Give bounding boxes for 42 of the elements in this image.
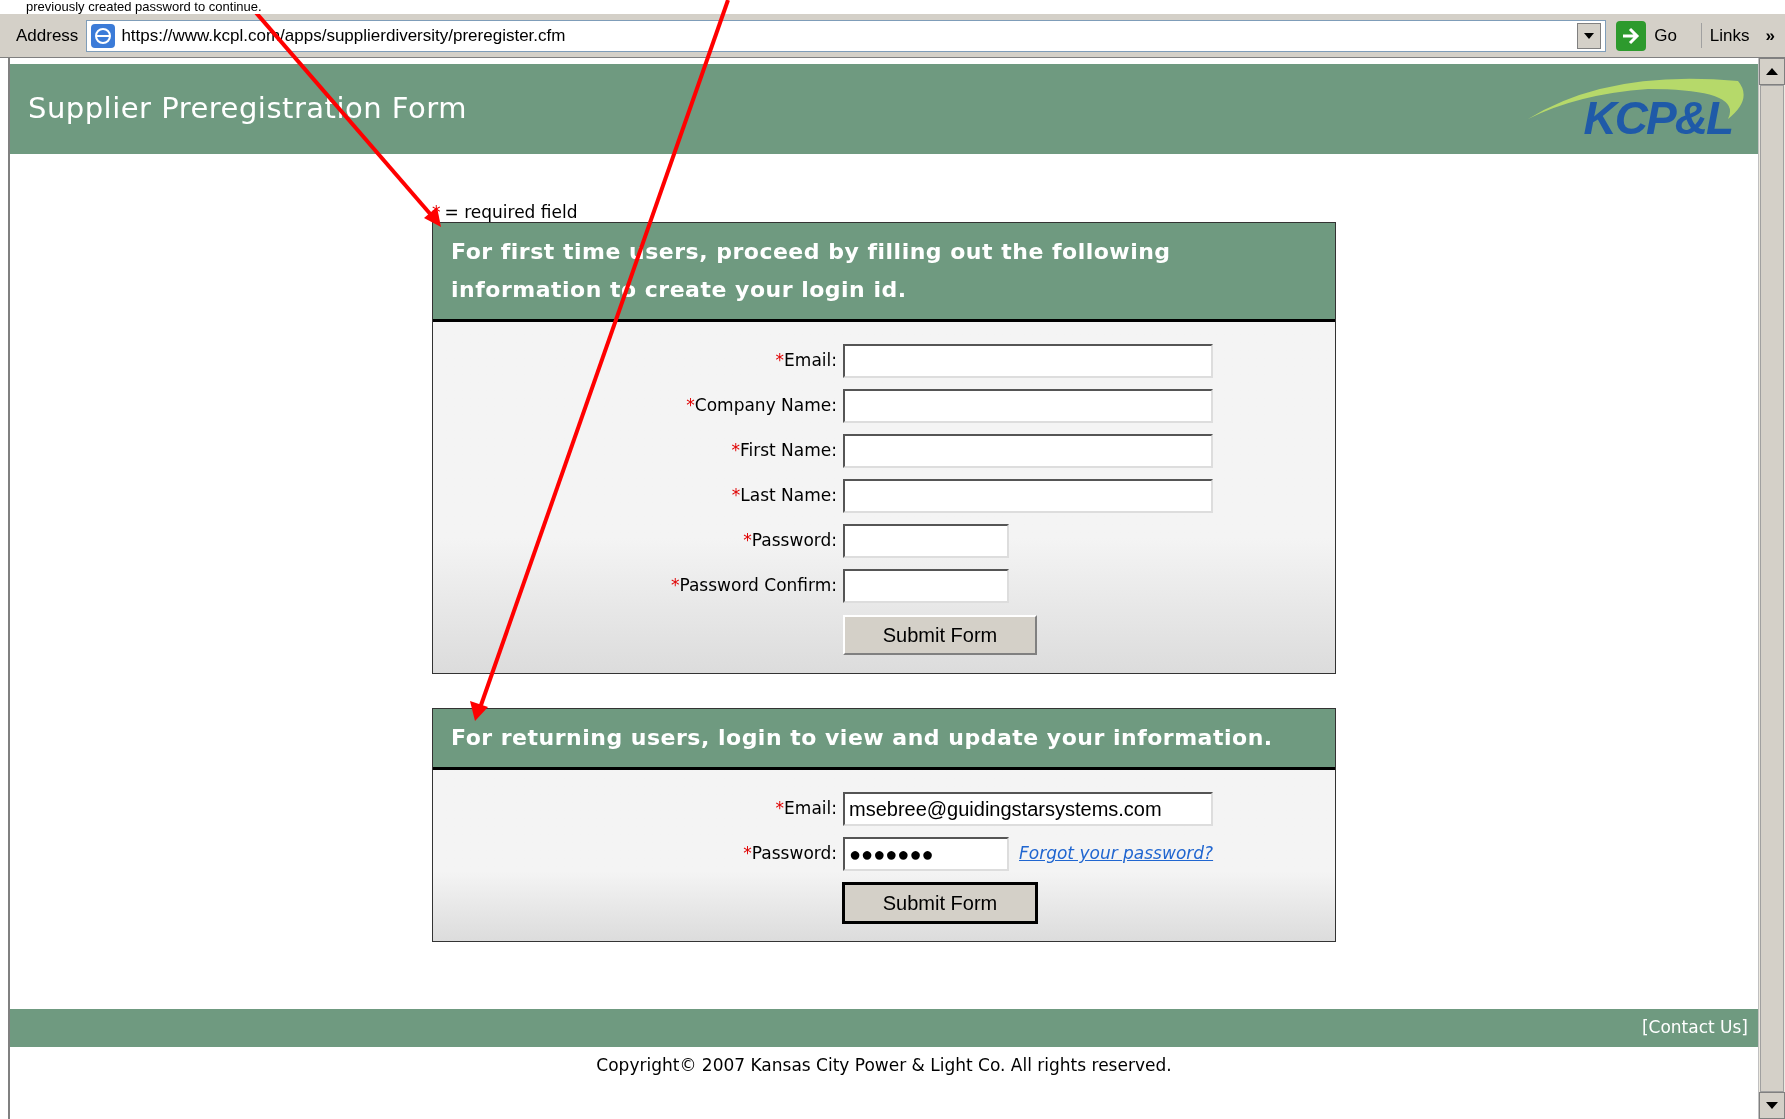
required-asterisk: * <box>775 349 785 373</box>
scroll-up-button[interactable] <box>1759 58 1785 85</box>
more-chevron[interactable]: » <box>1765 22 1775 49</box>
down-arrow-icon <box>1766 1102 1778 1109</box>
input-field[interactable] <box>843 479 1213 513</box>
panel-heading: For returning users, login to view and update your information. <box>451 725 1273 750</box>
required-asterisk: * <box>743 842 752 866</box>
field-label: Email: <box>784 349 837 373</box>
required-asterisk: * <box>731 439 740 463</box>
go-button[interactable]: Go <box>1608 18 1685 53</box>
field-label: Last Name: <box>740 484 837 508</box>
input-field[interactable] <box>843 389 1213 423</box>
scroll-thumb[interactable] <box>1760 85 1784 1092</box>
input-field[interactable]: ●●●●●●● <box>843 837 1009 871</box>
links-label[interactable]: Links <box>1700 22 1750 49</box>
input-field[interactable]: msebree@guidingstarsystems.com <box>843 792 1213 826</box>
submit-button[interactable]: Submit Form <box>843 883 1037 923</box>
field-label: First Name: <box>739 439 837 463</box>
field-label: Email: <box>784 797 837 821</box>
field-label: Company Name: <box>694 394 837 418</box>
copyright-text: Copyright© 2007 Kansas City Power & Light Co. All rights reserved. <box>596 1054 1172 1077</box>
required-note: = required field <box>444 201 578 222</box>
field-label: Password Confirm: <box>679 574 837 598</box>
input-field[interactable] <box>843 434 1213 468</box>
required-asterisk: * <box>731 484 741 508</box>
input-field[interactable] <box>843 569 1009 603</box>
submit-button[interactable]: Submit Form <box>843 615 1037 655</box>
input-field[interactable] <box>843 344 1213 378</box>
field-label: Password: <box>751 529 837 553</box>
scrollbar[interactable] <box>1758 58 1785 1119</box>
forgot-password-link[interactable]: Forgot your password? <box>1019 841 1214 867</box>
required-asterisk: * <box>743 529 752 553</box>
scroll-down-button[interactable] <box>1759 1092 1785 1119</box>
annotation-text: previously created password to continue. <box>26 0 262 14</box>
up-arrow-icon <box>1766 68 1778 75</box>
input-field[interactable] <box>843 524 1009 558</box>
required-asterisk: * <box>775 797 785 821</box>
page-icon <box>91 23 116 48</box>
address-label: Address <box>15 24 80 47</box>
required-asterisk: * <box>686 394 695 418</box>
required-asterisk: * <box>670 574 680 598</box>
field-label: Password: <box>751 842 837 866</box>
